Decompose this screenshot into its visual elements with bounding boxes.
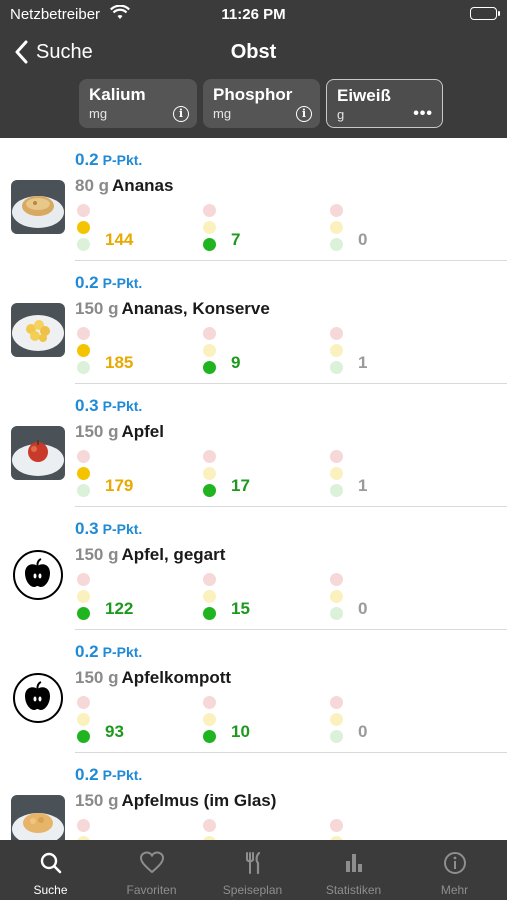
eiweiss-indicator: 0 [330, 202, 440, 252]
kalium-indicator: 179 [77, 448, 187, 498]
food-amount: 150 g [75, 545, 119, 564]
eiweiss-indicator: 1 [330, 448, 440, 498]
tab-label: Speiseplan [222, 883, 283, 897]
segment-eiweiss[interactable]: Eiweiß g ••• [326, 79, 443, 128]
food-name: 150 g Apfelmus (im Glas) [75, 791, 277, 810]
food-amount: 150 g [75, 791, 119, 810]
list-item[interactable]: 0.3 P-Pkt. 150 g Apfel, gegart 122 15 0 [0, 507, 507, 630]
points-label: 0.2 P-Pkt. [75, 150, 143, 169]
apple-photo [11, 426, 65, 480]
eiweiss-indicator [330, 817, 440, 840]
tab-label: Mehr [440, 883, 469, 897]
points-label: 0.2 P-Pkt. [75, 273, 143, 292]
bar-chart-icon [346, 854, 362, 872]
points-label: 0.3 P-Pkt. [75, 519, 143, 538]
eiweiss-indicator: 0 [330, 571, 440, 621]
list-item[interactable]: 0.2 P-Pkt. 150 g Ananas, Konserve 185 9 1 [0, 261, 507, 384]
phosphor-value: 9 [231, 353, 241, 372]
food-name: 80 g Ananas [75, 176, 174, 195]
segment-name: Eiweiß [337, 86, 391, 105]
food-name: 150 g Apfelkompott [75, 668, 232, 687]
apple-icon [13, 550, 63, 600]
eiweiss-indicator: 1 [330, 325, 440, 375]
kalium-indicator [77, 817, 187, 840]
phosphor-indicator: 17 [203, 448, 313, 498]
tab-suche[interactable]: Suche [0, 840, 101, 900]
kalium-value: 144 [105, 230, 134, 249]
tab-label: Suche [33, 883, 68, 897]
food-name: 150 g Apfel, gegart [75, 545, 226, 564]
kalium-value: 122 [105, 599, 134, 618]
tab-mehr[interactable]: Mehr [404, 840, 505, 900]
food-amount: 150 g [75, 422, 119, 441]
list-item[interactable]: 0.2 P-Pkt. 80 g Ananas 144 7 0 [0, 138, 507, 261]
kalium-indicator: 144 [77, 202, 187, 252]
tab-label: Statistiken [325, 883, 382, 897]
list-item[interactable]: 0.2 P-Pkt. 150 g Apfelmus (im Glas) [0, 753, 507, 840]
kalium-value: 179 [105, 476, 134, 495]
points-label: 0.2 P-Pkt. [75, 765, 143, 784]
tab-favoriten[interactable]: Favoriten [101, 840, 202, 900]
kalium-value: 185 [105, 353, 134, 372]
top-bar: Netzbetreiber 11:26 PM Suche Obst Kalium… [0, 0, 507, 138]
info-icon[interactable]: i [173, 106, 189, 122]
food-name: 150 g Apfel [75, 422, 164, 441]
fork-knife-icon [246, 851, 261, 875]
segment-phosphor[interactable]: Phosphor mg i [203, 79, 320, 128]
tab-speiseplan[interactable]: Speiseplan [202, 840, 303, 900]
info-icon[interactable]: i [296, 106, 312, 122]
eiweiss-value: 0 [358, 722, 368, 741]
food-amount: 80 g [75, 176, 110, 195]
apple-icon [13, 673, 63, 723]
segment-name: Kalium [89, 85, 146, 104]
kalium-indicator: 185 [77, 325, 187, 375]
eiweiss-value: 1 [358, 353, 368, 372]
segment-kalium[interactable]: Kalium mg i [79, 79, 197, 128]
pineapple-cake-photo [11, 180, 65, 234]
phosphor-indicator: 9 [203, 325, 313, 375]
phosphor-value: 10 [231, 722, 250, 741]
eiweiss-value: 0 [358, 599, 368, 618]
heart-icon [139, 851, 165, 874]
food-amount: 150 g [75, 668, 119, 687]
list-item[interactable]: 0.3 P-Pkt. 150 g Apfel 179 17 1 [0, 384, 507, 507]
food-name: 150 g Ananas, Konserve [75, 299, 270, 318]
phosphor-indicator [203, 817, 313, 840]
tab-label: Favoriten [126, 883, 177, 897]
food-list: 0.2 P-Pkt. 80 g Ananas 144 7 0 0.2 P-Pkt… [0, 138, 507, 840]
eiweiss-value: 1 [358, 476, 368, 495]
status-time: 11:26 PM [221, 6, 286, 23]
battery-icon [470, 7, 500, 20]
phosphor-value: 7 [231, 230, 241, 249]
kalium-indicator: 93 [77, 694, 187, 744]
navigation-bar: Suche Obst [0, 34, 507, 70]
list-item[interactable]: 0.2 P-Pkt. 150 g Apfelkompott 93 10 0 [0, 630, 507, 753]
phosphor-value: 17 [231, 476, 250, 495]
info-icon [444, 852, 466, 874]
kalium-indicator: 122 [77, 571, 187, 621]
status-bar: Netzbetreiber 11:26 PM [0, 0, 507, 30]
kalium-value: 93 [105, 722, 124, 741]
applesauce-photo [11, 795, 65, 840]
eiweiss-indicator: 0 [330, 694, 440, 744]
points-label: 0.2 P-Pkt. [75, 642, 143, 661]
food-amount: 150 g [75, 299, 119, 318]
tab-bar: Suche Favoriten Speiseplan Statistiken M… [0, 840, 507, 900]
points-label: 0.3 P-Pkt. [75, 396, 143, 415]
page-title: Obst [230, 41, 277, 63]
canned-pineapple-photo [11, 303, 65, 357]
search-icon [40, 852, 62, 874]
phosphor-indicator: 15 [203, 571, 313, 621]
tab-statistiken[interactable]: Statistiken [303, 840, 404, 900]
phosphor-indicator: 10 [203, 694, 313, 744]
phosphor-indicator: 7 [203, 202, 313, 252]
eiweiss-value: 0 [358, 230, 368, 249]
segment-name: Phosphor [213, 85, 293, 104]
more-icon[interactable]: ••• [413, 105, 433, 123]
phosphor-value: 15 [231, 599, 250, 618]
